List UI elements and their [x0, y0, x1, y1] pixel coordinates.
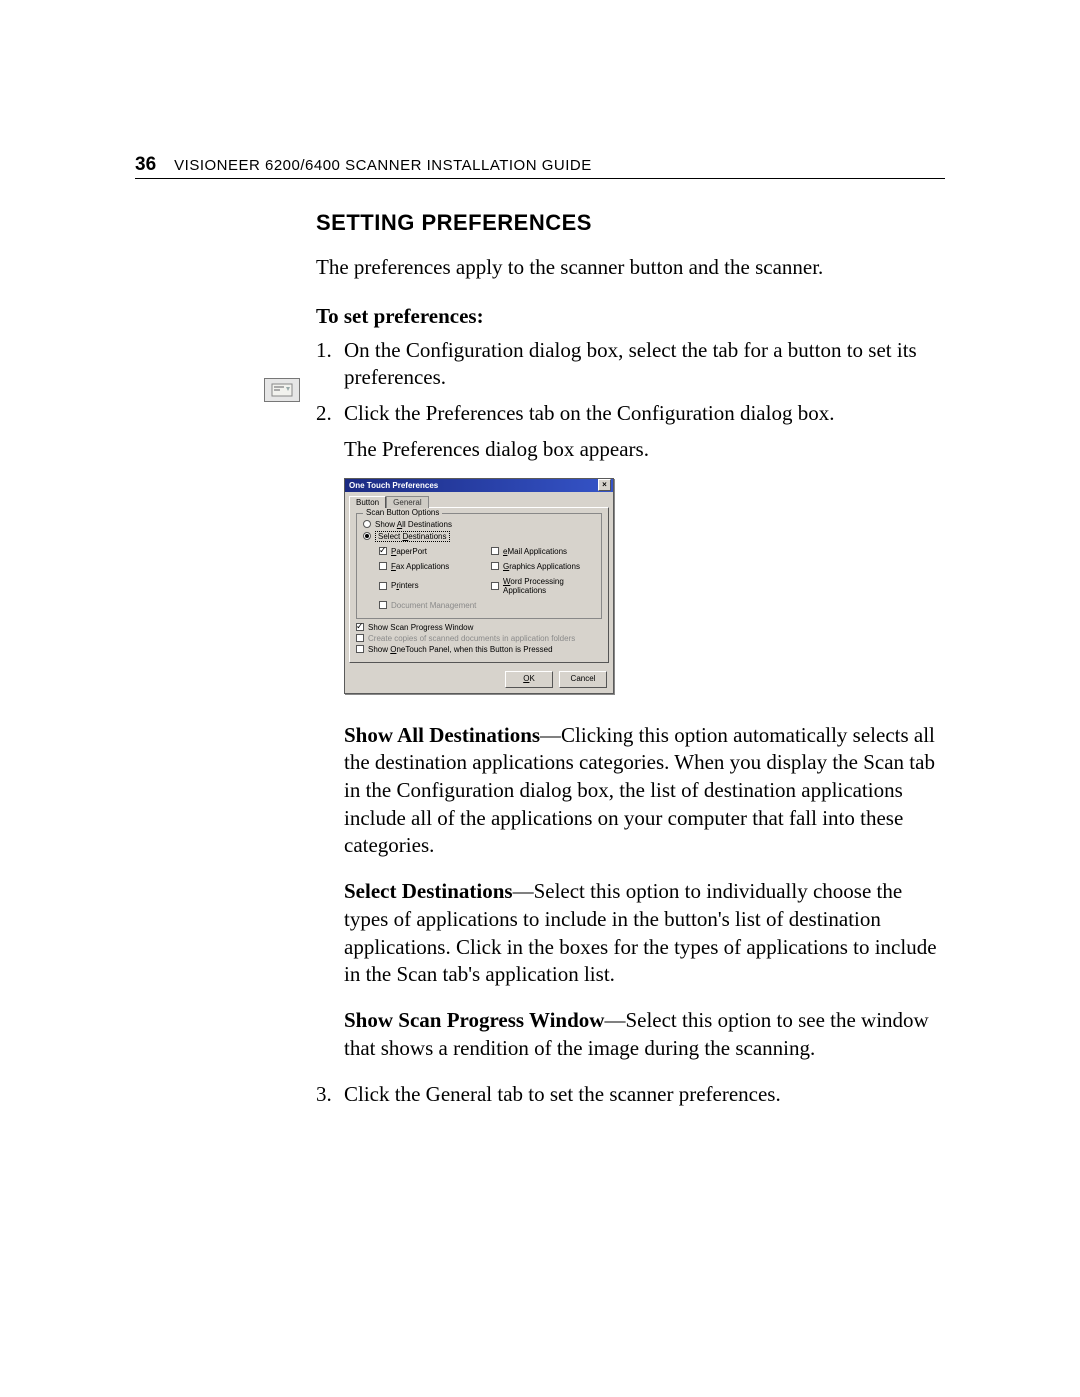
preferences-dialog-screenshot: One Touch Preferences × Button General S…: [344, 478, 946, 694]
checkbox-icon: [379, 562, 387, 570]
radio-show-all-destinations[interactable]: Show All Destinations: [363, 520, 595, 529]
step-1: 1. On the Configuration dialog box, sele…: [316, 337, 946, 392]
destination-checks: PaperPort eMail Applications Fax Applica…: [379, 545, 595, 612]
check-printers[interactable]: Printers: [379, 577, 483, 595]
checkbox-icon: [356, 634, 364, 642]
checkbox-icon: [356, 623, 364, 631]
check-email-applications[interactable]: eMail Applications: [491, 547, 595, 556]
tab-general[interactable]: General: [386, 496, 428, 508]
intro-paragraph: The preferences apply to the scanner but…: [316, 254, 946, 282]
definition-show-all-destinations: Show All Destinations—Clicking this opti…: [344, 722, 946, 861]
cancel-button[interactable]: Cancel: [559, 671, 607, 688]
checkbox-icon: [356, 645, 364, 653]
check-word-processing-applications[interactable]: Word Processing Applications: [491, 577, 595, 595]
step-number: 3.: [316, 1081, 344, 1109]
checkbox-icon: [379, 547, 387, 555]
tab-button[interactable]: Button: [349, 496, 386, 508]
check-show-scan-progress[interactable]: Show Scan Progress Window: [356, 623, 602, 632]
preferences-tab-icon: [264, 378, 300, 402]
definition-select-destinations: Select Destinations—Select this option t…: [344, 878, 946, 989]
dialog-title: One Touch Preferences: [349, 481, 438, 490]
checkbox-icon: [379, 601, 387, 609]
checkbox-icon: [379, 582, 387, 590]
radio-icon: [363, 532, 371, 540]
dialog-tab-strip: Button General: [345, 492, 613, 507]
dialog-button-row: OK Cancel: [345, 667, 613, 693]
dialog-titlebar: One Touch Preferences ×: [345, 479, 613, 492]
checkbox-icon: [491, 562, 499, 570]
radio-select-destinations[interactable]: Select Destinations: [363, 531, 595, 542]
preferences-dialog: One Touch Preferences × Button General S…: [344, 478, 614, 694]
section-title: SETTING PREFERENCES: [316, 210, 946, 236]
close-icon[interactable]: ×: [598, 479, 611, 491]
step-3: 3. Click the General tab to set the scan…: [316, 1081, 946, 1109]
step-number: 1.: [316, 337, 344, 392]
checkbox-icon: [491, 582, 499, 590]
scan-button-options-group: Scan Button Options Show All Destination…: [356, 513, 602, 619]
step-number: 2.: [316, 400, 344, 428]
step-text: Click the General tab to set the scanner…: [344, 1081, 946, 1109]
check-show-onetouch-panel[interactable]: Show OneTouch Panel, when this Button is…: [356, 645, 602, 654]
page-number: 36: [135, 154, 156, 176]
running-head: VISIONEER 6200/6400 SCANNER INSTALLATION…: [174, 157, 592, 174]
header-rule: [135, 178, 945, 179]
ok-button[interactable]: OK: [505, 671, 553, 688]
procedure-heading: To set preferences:: [316, 304, 946, 329]
check-paperport[interactable]: PaperPort: [379, 547, 483, 556]
page-header: 36 VISIONEER 6200/6400 SCANNER INSTALLAT…: [135, 154, 945, 176]
check-create-copies: Create copies of scanned documents in ap…: [356, 634, 602, 643]
step-text: On the Configuration dialog box, select …: [344, 337, 946, 392]
radio-icon: [363, 520, 371, 528]
group-label: Scan Button Options: [363, 508, 442, 517]
check-fax-applications[interactable]: Fax Applications: [379, 562, 483, 571]
check-document-management: Document Management: [379, 601, 483, 610]
definition-show-scan-progress: Show Scan Progress Window—Select this op…: [344, 1007, 946, 1062]
step-2-follow: The Preferences dialog box appears.: [344, 436, 946, 464]
step-2: 2. Click the Preferences tab on the Conf…: [316, 400, 946, 428]
step-text: Click the Preferences tab on the Configu…: [344, 400, 946, 428]
checkbox-icon: [491, 547, 499, 555]
tab-panel-button: Scan Button Options Show All Destination…: [349, 507, 609, 663]
check-graphics-applications[interactable]: Graphics Applications: [491, 562, 595, 571]
